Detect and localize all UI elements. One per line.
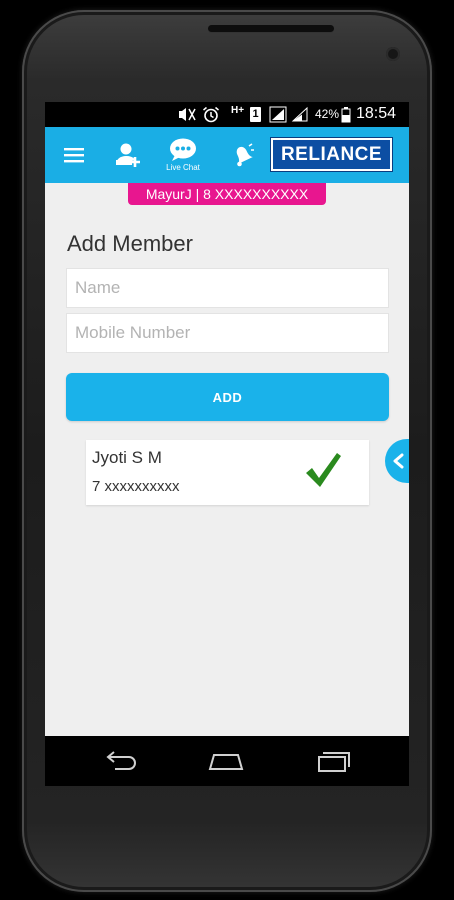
bell-icon [236,143,254,167]
back-icon [106,751,136,770]
clock: 18:54 [356,105,397,122]
home-button[interactable] [206,748,246,774]
check-icon [306,453,341,487]
notifications-button[interactable] [225,127,261,183]
member-name: Jyoti S M [92,448,162,467]
live-chat-button[interactable]: Live Chat [161,127,205,183]
sim-slot-icon: 1 [250,107,261,122]
recent-apps-icon [318,752,350,772]
add-user-icon [116,143,140,167]
screen: H+ 1 42% 18:54 Live Chat RELIANCE MayurJ… [45,102,409,786]
name-input[interactable] [66,268,389,308]
nav-bar [45,736,409,786]
battery-percent: 42% [315,107,340,121]
list-item[interactable]: Jyoti S M 7 xxxxxxxxxx [86,440,369,505]
network-type-icon: H+ [231,105,245,116]
signal-2-icon [291,106,309,123]
live-chat-label: Live Chat [166,163,200,172]
recent-apps-button[interactable] [313,748,353,774]
back-button[interactable] [101,748,141,774]
front-camera [386,47,400,61]
page-title: Add Member [67,231,193,256]
chevron-left-icon [393,453,404,469]
reliance-logo: RELIANCE [270,137,393,172]
member-phone: 7 xxxxxxxxxx [92,478,180,495]
chat-bubble-icon [170,138,196,161]
battery-icon [341,106,351,123]
app-toolbar: Live Chat RELIANCE [45,127,409,183]
alarm-icon [202,106,220,123]
add-button[interactable]: ADD [66,373,389,421]
mobile-number-input[interactable] [66,313,389,353]
hamburger-icon [64,148,84,163]
add-user-button[interactable] [108,127,148,183]
side-drawer-tab[interactable] [385,439,409,483]
home-icon [208,754,244,770]
status-bar: H+ 1 42% 18:54 [45,102,409,127]
signal-1-icon [269,106,287,123]
main-content: MayurJ | 8 XXXXXXXXXX Add Member ADD Jyo… [45,183,409,736]
user-banner: MayurJ | 8 XXXXXXXXXX [128,183,326,205]
earpiece [208,25,334,32]
menu-button[interactable] [55,127,93,183]
mute-vibrate-icon [177,106,197,123]
